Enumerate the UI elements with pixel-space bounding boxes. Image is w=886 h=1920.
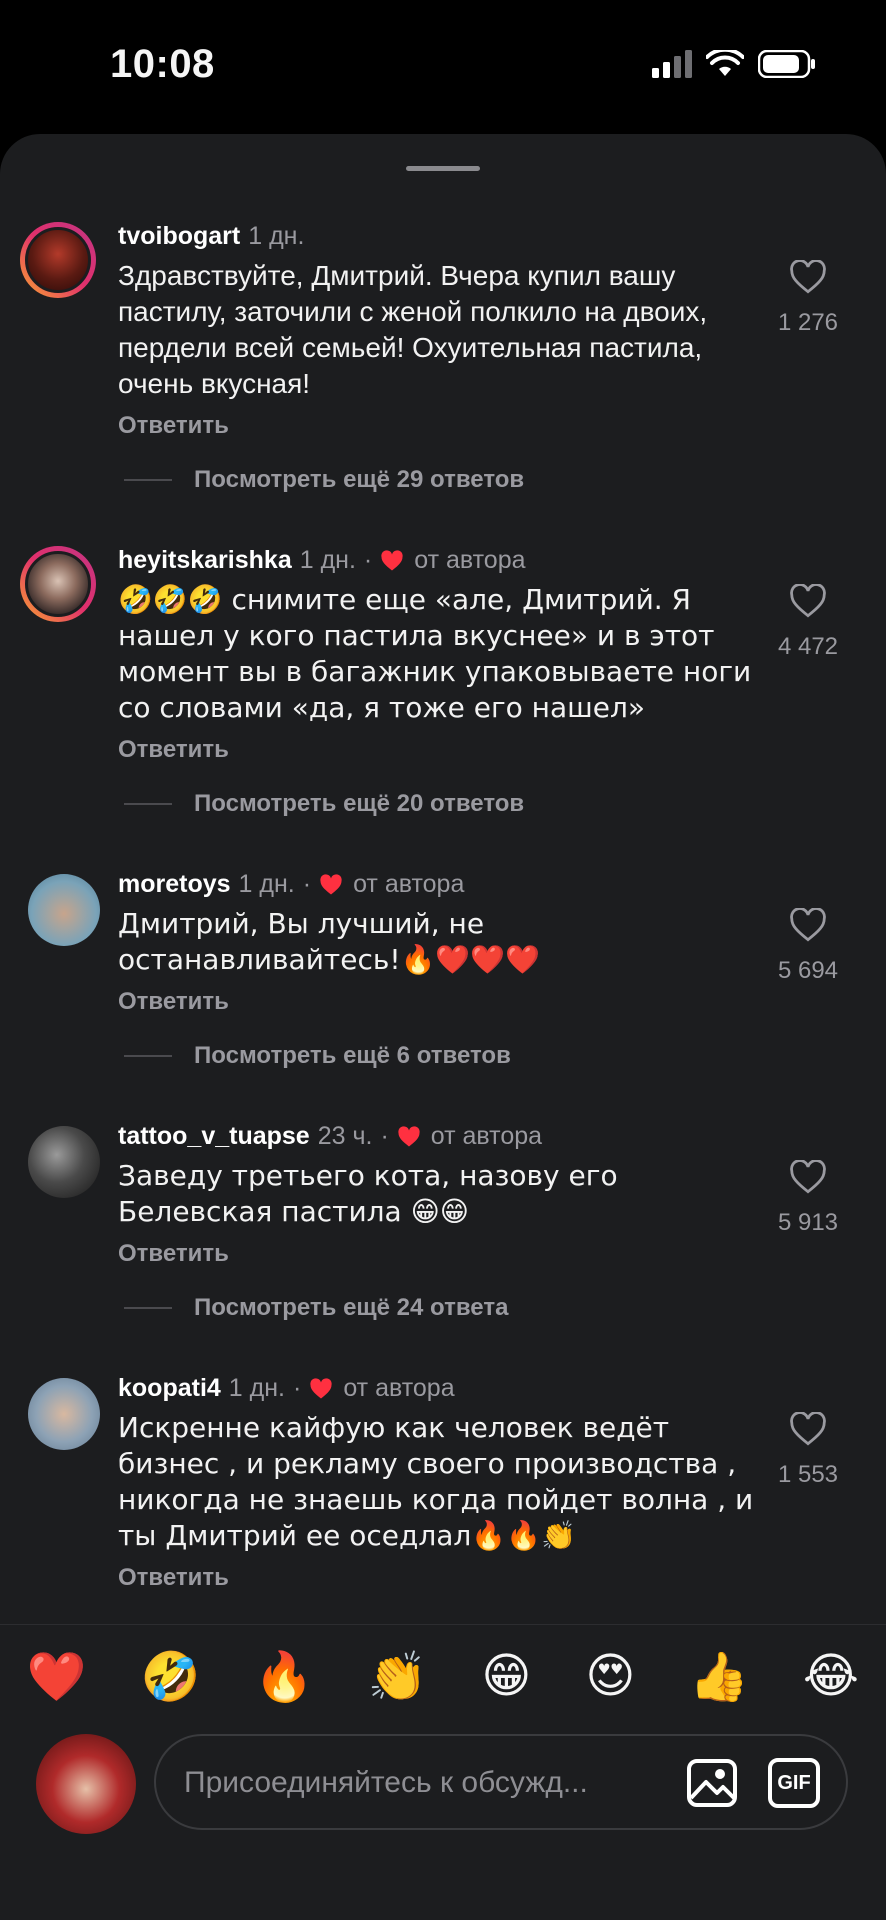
sheet-grabber[interactable] (406, 166, 480, 171)
view-replies-button[interactable]: Посмотреть ещё 20 ответов (124, 790, 524, 818)
image-icon[interactable] (686, 1758, 738, 1808)
like-button[interactable]: 5 694 (758, 907, 858, 985)
replies-divider-line (124, 1307, 172, 1309)
author-liked-label: от автора (430, 1122, 543, 1150)
avatar[interactable] (20, 546, 96, 622)
meta-separator: · (363, 546, 373, 574)
replies-divider-line (124, 479, 172, 481)
signal-icon (652, 50, 692, 78)
status-bar: 10:08 (0, 0, 886, 130)
comment-composer: Присоединяйтесь к обсужд... GIF (0, 1734, 886, 1836)
gif-icon[interactable]: GIF (768, 1758, 820, 1808)
like-button[interactable]: 1 553 (758, 1411, 858, 1489)
emoji-joy-button[interactable]: 😂 (803, 1648, 859, 1704)
reply-button[interactable]: Ответить (118, 1240, 229, 1268)
comment-meta: heyitskarishka 1 дн. · от автора (118, 546, 526, 575)
comment-time: 1 дн. (248, 222, 305, 250)
emoji-clap-button[interactable]: 👏 (368, 1648, 428, 1705)
comment-time: 1 дн. (299, 546, 356, 574)
like-button[interactable]: 5 913 (758, 1159, 858, 1237)
comment-meta: tvoibogart 1 дн. (118, 222, 304, 251)
comment-username[interactable]: moretoys (118, 870, 231, 899)
like-count: 5 913 (777, 1209, 839, 1236)
comment-text: 🤣🤣🤣 снимите еще «але, Дмитрий. Я нашел у… (118, 583, 752, 724)
avatar[interactable] (28, 1378, 100, 1450)
comment-meta: tattoo_v_tuapse 23 ч. · от автора (118, 1122, 542, 1151)
author-heart-icon (398, 1125, 420, 1146)
avatar[interactable] (28, 874, 100, 946)
author-heart-icon (310, 1377, 332, 1398)
battery-icon (758, 50, 815, 78)
reply-button[interactable]: Ответить (118, 412, 229, 440)
comment-text: Искренне кайфую как человек ведёт бизнес… (118, 1411, 754, 1552)
emoji-rofl-button[interactable]: 🤣 (141, 1648, 201, 1705)
heart-outline-icon (790, 1411, 826, 1446)
composer-divider (0, 1624, 886, 1625)
avatar[interactable] (20, 222, 96, 298)
author-liked-label: от автора (343, 1374, 455, 1402)
emoji-heart-eyes-button[interactable]: 😍 (585, 1648, 635, 1704)
view-replies-button[interactable]: Посмотреть ещё 6 ответов (124, 1042, 511, 1070)
view-replies-label: Посмотреть ещё 20 ответов (194, 790, 525, 817)
like-button[interactable]: 4 472 (758, 583, 858, 661)
meta-separator: · (302, 870, 312, 898)
like-button[interactable]: 1 276 (758, 259, 858, 337)
view-replies-label: Посмотреть ещё 6 ответов (194, 1042, 511, 1069)
comment-time: 1 дн. (228, 1374, 285, 1402)
author-liked-label: от автора (414, 546, 526, 574)
comment-text: Заведу третьего кота, назову его Белевск… (118, 1159, 618, 1228)
comment-input-placeholder: Присоединяйтесь к обсужд... (184, 1766, 588, 1799)
comment-text: Дмитрий, Вы лучший, не останавливайтесь!… (118, 907, 541, 976)
comment-username[interactable]: tvoibogart (118, 222, 240, 251)
comment-time: 1 дн. (238, 870, 295, 898)
like-count: 5 694 (777, 957, 839, 984)
emoji-fire-button[interactable]: 🔥 (254, 1648, 314, 1705)
view-replies-button[interactable]: Посмотреть ещё 24 ответа (124, 1294, 508, 1322)
like-count: 1 276 (777, 309, 839, 336)
author-liked-label: от автора (353, 870, 465, 898)
reply-button[interactable]: Ответить (118, 988, 229, 1016)
meta-separator: · (380, 1122, 389, 1150)
heart-outline-icon (790, 1159, 826, 1194)
emoji-thumbs-up-button[interactable]: 👍 (689, 1648, 749, 1705)
status-icons (652, 50, 816, 78)
heart-outline-icon (790, 907, 826, 942)
replies-divider-line (124, 1055, 172, 1057)
comment-meta: koopati4 1 дн. · от автора (118, 1374, 455, 1403)
comment-username[interactable]: koopati4 (118, 1374, 221, 1403)
replies-divider-line (124, 803, 172, 805)
avatar[interactable] (28, 1126, 100, 1198)
comment-time: 23 ч. (317, 1122, 373, 1150)
emoji-quick-bar: ❤️ 🤣 🔥 👏 😁 😍 👍 😂 (0, 1644, 886, 1708)
view-replies-label: Посмотреть ещё 24 ответа (194, 1294, 509, 1321)
emoji-heart-button[interactable]: ❤️ (27, 1648, 87, 1705)
meta-separator: · (293, 1374, 302, 1402)
comment-text: Здравствуйте, Дмитрий. Вчера купил вашу … (118, 260, 708, 399)
my-avatar (36, 1734, 136, 1834)
view-replies-button[interactable]: Посмотреть ещё 29 ответов (124, 466, 524, 494)
like-count: 4 472 (777, 633, 839, 660)
comment-input[interactable]: Присоединяйтесь к обсужд... GIF (154, 1734, 848, 1830)
comment-username[interactable]: tattoo_v_tuapse (118, 1122, 310, 1151)
gif-label: GIF (777, 1771, 811, 1794)
heart-outline-icon (790, 583, 826, 618)
author-heart-icon (320, 873, 342, 894)
like-count: 1 553 (777, 1461, 839, 1488)
wifi-icon (706, 50, 744, 76)
status-time: 10:08 (110, 42, 215, 86)
comment-meta: moretoys 1 дн. · от автора (118, 870, 464, 899)
view-replies-label: Посмотреть ещё 29 ответов (194, 466, 525, 493)
author-heart-icon (381, 549, 403, 570)
emoji-grin-button[interactable]: 😁 (481, 1648, 531, 1704)
heart-outline-icon (790, 259, 826, 294)
reply-button[interactable]: Ответить (118, 736, 229, 764)
comment-username[interactable]: heyitskarishka (118, 546, 292, 575)
reply-button[interactable]: Ответить (118, 1564, 229, 1592)
